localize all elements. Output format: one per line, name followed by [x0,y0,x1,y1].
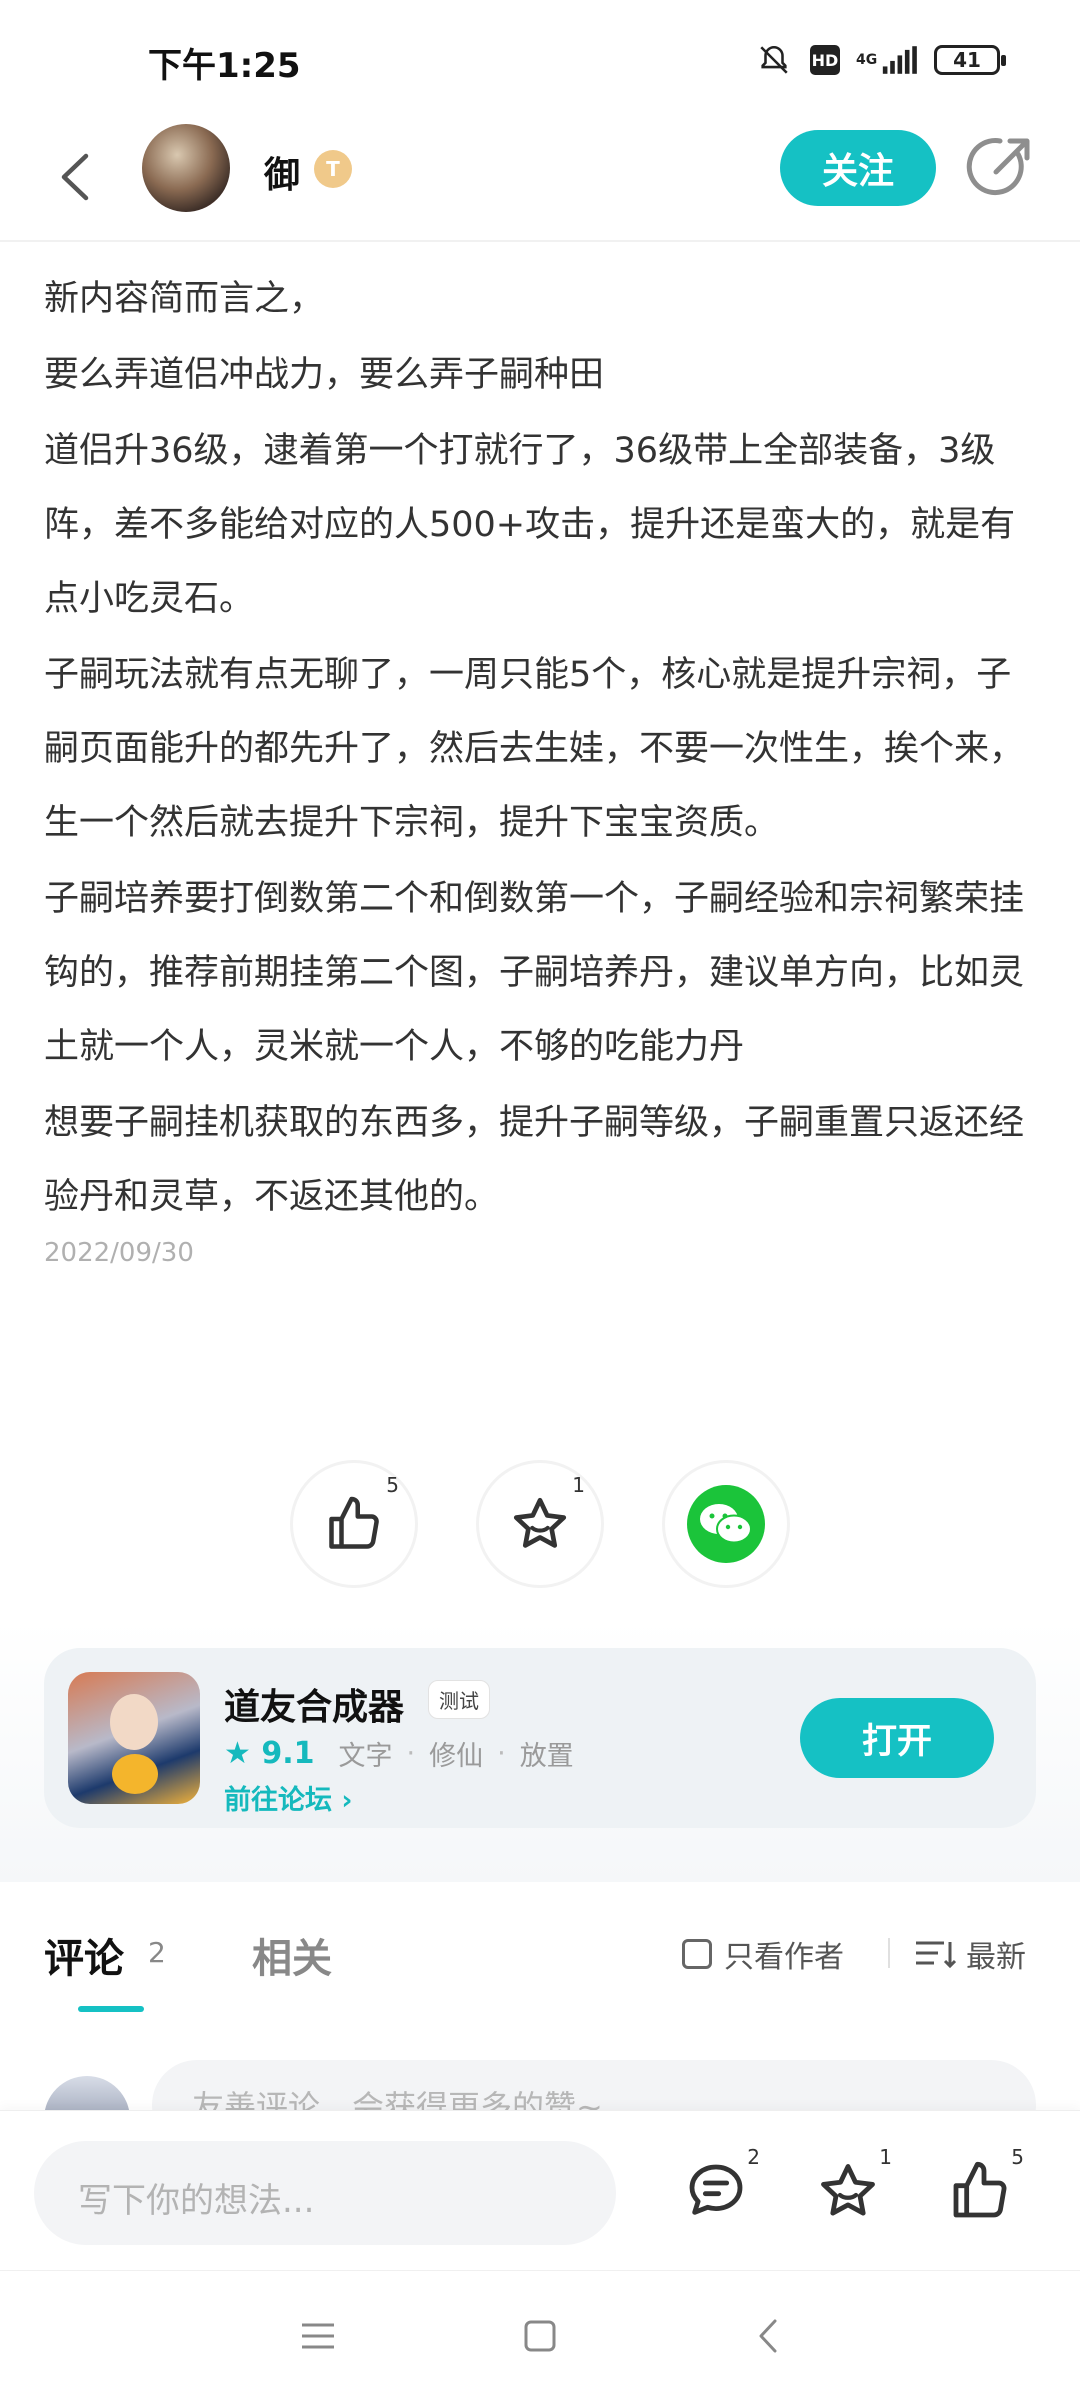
app-meta: ★ 9.1 文字 · 修仙 · 放置 [224,1734,588,1773]
paragraph: 子嗣玩法就有点无聊了，一周只能5个，核心就是提升宗祠，子嗣页面能升的都先升了，然… [44,655,1025,843]
app-icon[interactable] [68,1672,200,1804]
paragraph: 道侣升36级，逮着第一个打就行了，36级带上全部装备，3级阵，差不多能给对应的人… [44,431,1016,619]
like-count: 5 [386,1473,399,1497]
chevron-left-icon [759,2319,777,2353]
paragraph: 新内容简而言之， [44,279,325,319]
tab-related[interactable]: 相关 [252,1926,332,1984]
comment-button[interactable]: 2 [676,2145,760,2231]
paragraph: 要么弄道侣冲战力，要么弄子嗣种田 [44,355,605,395]
tab-active-indicator [78,2006,144,2012]
post-date: 2022/09/30 [44,1238,194,1268]
network-label: 4G [856,52,878,68]
hd-icon: HD [810,45,840,75]
menu-nav-button[interactable] [288,2311,348,2361]
like-button-bottom[interactable]: 5 [940,2145,1024,2231]
separator-dot: · [406,1738,416,1769]
back-nav-button[interactable] [738,2311,798,2361]
comment-count: 2 [747,2145,760,2169]
app-rating: ★ 9.1 [224,1736,315,1771]
app-name[interactable]: 道友合成器 [224,1678,404,1730]
like-button[interactable]: 5 [290,1460,418,1588]
favorite-count: 1 [572,1473,585,1497]
status-icons: HD 4G 41 [754,40,1006,80]
status-bar: 下午1:25 HD 4G 41 [0,0,1080,120]
favorite-count-bottom: 1 [879,2145,892,2169]
favorite-button-bottom[interactable]: 1 [808,2145,892,2231]
thumbs-up-icon [329,1496,379,1549]
sort-button[interactable]: 最新 [914,1932,1026,1976]
star-icon: ★ [224,1736,262,1771]
comments-count: 2 [148,1936,166,1969]
post-content: 新内容简而言之， 要么弄道侣冲战力，要么弄子嗣种田 道侣升36级，逮着第一个打就… [44,262,1044,1268]
follow-button[interactable]: 关注 [780,130,936,206]
reply-input-placeholder: 写下你的想法... [78,2181,315,2221]
app-icon-face [110,1694,158,1750]
author-name[interactable]: 御 [264,146,300,198]
author-avatar[interactable] [142,124,230,212]
app-rating-value: 9.1 [261,1736,315,1771]
wechat-share-button[interactable] [662,1460,790,1588]
menu-icon [302,2323,334,2349]
comment-input[interactable]: 友善评论，会获得更多的赞~ [152,2060,1036,2110]
reply-input[interactable]: 写下你的想法... [34,2141,616,2245]
sort-icon [916,1941,956,1969]
open-app-button[interactable]: 打开 [800,1698,994,1778]
star-icon [513,1497,567,1548]
comment-tabs: 评论 2 相关 只看作者 最新 [0,1882,1080,2022]
app-icon-orb [112,1754,158,1794]
wechat-icon [687,1485,765,1563]
level-badge: T [314,150,352,188]
back-button[interactable] [50,142,100,212]
system-nav-bar [0,2270,1080,2400]
paragraph: 想要子嗣挂机获取的东西多，提升子嗣等级，子嗣重置只返还经验丹和灵草，不返还其他的… [44,1103,1025,1217]
post-header: 御 T 关注 [0,120,1080,242]
share-icon[interactable] [966,132,1036,202]
bottom-action-bar: 写下你的想法... 2 1 5 [0,2110,1080,2270]
comment-bubble-icon [689,2164,743,2215]
checkbox-icon [682,1939,712,1969]
divider [888,1938,890,1968]
author-only-label: 只看作者 [724,1940,844,1975]
app-genre: 文字 [338,1741,393,1772]
post-actions: 5 1 [0,1460,1080,1590]
app-card[interactable]: 道友合成器 测试 ★ 9.1 文字 · 修仙 · 放置 前往论坛 › 打开 [44,1648,1036,1828]
like-count-bottom: 5 [1011,2145,1024,2169]
author-only-toggle[interactable]: 只看作者 [682,1932,844,1976]
signal-icon: 4G [856,40,918,80]
battery-icon: 41 [934,45,1006,75]
home-nav-button[interactable] [510,2311,570,2361]
user-avatar [44,2076,130,2110]
battery-level: 41 [953,48,981,72]
mute-bell-icon [754,40,794,80]
star-icon [821,2164,875,2216]
app-genre: 修仙 [429,1741,484,1772]
forum-link[interactable]: 前往论坛 › [224,1778,353,1817]
square-icon [524,2320,556,2352]
thumbs-up-icon [953,2161,1007,2218]
status-time: 下午1:25 [148,46,301,86]
app-card-section: 道友合成器 测试 ★ 9.1 文字 · 修仙 · 放置 前往论坛 › 打开 [0,1620,1080,1882]
app-genre: 放置 [519,1741,574,1772]
chevron-right-icon: › [341,1785,353,1816]
comment-compose-row: 友善评论，会获得更多的赞~ [0,2040,1080,2110]
favorite-button[interactable]: 1 [476,1460,604,1588]
forum-link-label: 前往论坛 [224,1785,332,1816]
app-tag: 测试 [428,1680,490,1719]
sort-label: 最新 [966,1940,1026,1975]
separator-dot: · [497,1738,506,1769]
paragraph: 子嗣培养要打倒数第二个和倒数第一个，子嗣经验和宗祠繁荣挂钩的，推荐前期挂第二个图… [44,879,1025,1067]
comment-input-placeholder: 友善评论，会获得更多的赞~ [192,2088,603,2110]
tab-comments[interactable]: 评论 [44,1926,124,1984]
